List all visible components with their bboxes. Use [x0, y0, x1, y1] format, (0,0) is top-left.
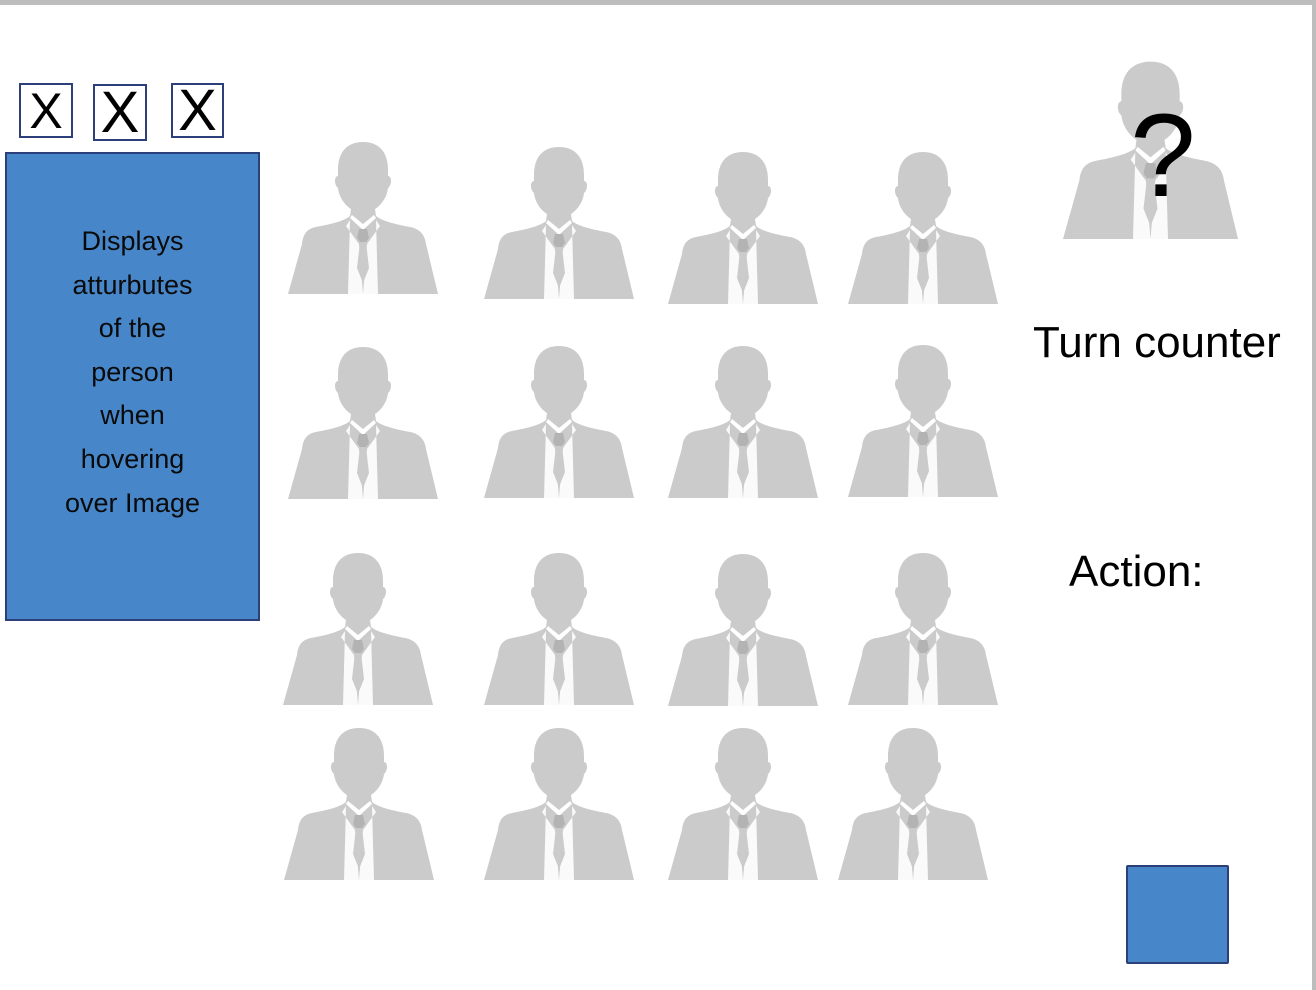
person-silhouette-icon	[848, 345, 998, 497]
character-card-12[interactable]	[848, 549, 998, 705]
character-card-13[interactable]	[284, 724, 434, 880]
person-silhouette-icon	[283, 553, 433, 705]
person-silhouette-icon	[668, 728, 818, 880]
x-mark-icon: X	[178, 77, 217, 143]
person-silhouette-icon	[484, 147, 634, 299]
person-silhouette-icon	[668, 554, 818, 706]
person-silhouette-icon	[838, 728, 988, 880]
window-frame-right	[1312, 0, 1316, 990]
character-card-4[interactable]	[848, 148, 998, 304]
character-card-2[interactable]	[484, 143, 634, 299]
character-card-9[interactable]	[283, 549, 433, 705]
x-mark-icon: X	[29, 82, 63, 139]
character-card-5[interactable]	[288, 343, 438, 499]
character-card-1[interactable]	[288, 138, 438, 294]
attribute-info-panel: Displays atturbutes of the person when h…	[5, 152, 260, 621]
person-silhouette-icon	[484, 728, 634, 880]
person-silhouette-icon	[484, 346, 634, 498]
character-card-7[interactable]	[668, 342, 818, 498]
character-card-3[interactable]	[668, 148, 818, 304]
action-button[interactable]	[1126, 865, 1229, 964]
x-mark-icon: X	[100, 79, 140, 145]
character-card-10[interactable]	[484, 549, 634, 705]
attribute-info-text: Displays atturbutes of the person when h…	[64, 226, 201, 518]
character-card-11[interactable]	[668, 550, 818, 706]
person-silhouette-icon	[288, 347, 438, 499]
character-card-6[interactable]	[484, 342, 634, 498]
eliminated-marker-1[interactable]: X	[19, 83, 73, 138]
person-silhouette-icon	[284, 728, 434, 880]
turn-counter-label: Turn counter	[1033, 318, 1281, 367]
eliminated-marker-3[interactable]: X	[171, 77, 224, 143]
character-card-14[interactable]	[484, 724, 634, 880]
window-frame-top	[0, 0, 1316, 5]
question-mark-icon: ?	[1130, 90, 1196, 222]
eliminated-marker-2[interactable]: X	[93, 79, 147, 145]
character-card-8[interactable]	[848, 341, 998, 497]
person-silhouette-icon	[668, 346, 818, 498]
character-card-16[interactable]	[838, 724, 988, 880]
character-card-15[interactable]	[668, 724, 818, 880]
person-silhouette-icon	[668, 152, 818, 304]
person-silhouette-icon	[484, 553, 634, 705]
person-silhouette-icon	[848, 152, 998, 304]
person-silhouette-icon	[848, 553, 998, 705]
person-silhouette-icon	[288, 142, 438, 294]
action-label: Action:	[1069, 547, 1204, 596]
